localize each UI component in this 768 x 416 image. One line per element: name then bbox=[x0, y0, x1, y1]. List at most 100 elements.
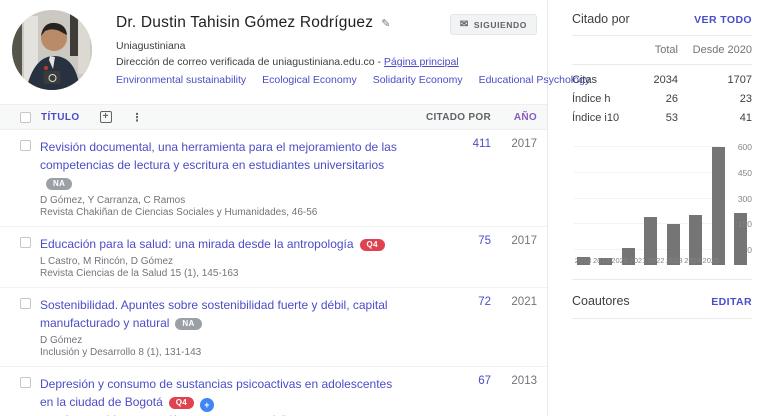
stat-since-value: 41 bbox=[678, 112, 752, 124]
follow-email-icon bbox=[460, 19, 469, 30]
coauthors-header: Coautores EDITAR bbox=[572, 280, 752, 319]
citation-bar-2024[interactable] bbox=[712, 147, 725, 265]
stat-total-value: 53 bbox=[626, 112, 678, 124]
column-header-cited-by[interactable]: CITADO POR bbox=[421, 112, 491, 123]
row-checkbox[interactable] bbox=[20, 298, 31, 309]
verified-email-text: Dirección de correo verificada de uniagu… bbox=[116, 56, 384, 68]
q4-badge[interactable]: Q4 bbox=[169, 397, 194, 409]
article-year: 2017 bbox=[491, 235, 547, 280]
article-authors: D Gómez bbox=[40, 335, 407, 347]
article-title-link[interactable]: Depresión y consumo de sustancias psicoa… bbox=[40, 377, 392, 409]
article-title-link[interactable]: Educación para la salud: una mirada desd… bbox=[40, 237, 354, 251]
article-title-link[interactable]: Revisión documental, una herramienta par… bbox=[40, 140, 397, 172]
article-title-link[interactable]: Sostenibilidad. Apuntes sobre sostenibil… bbox=[40, 298, 388, 330]
stats-header-since: Desde 2020 bbox=[678, 44, 752, 56]
coauthors-section: Coautores EDITAR bbox=[572, 279, 752, 319]
row-checkbox[interactable] bbox=[20, 237, 31, 248]
stats-column-headers: Total Desde 2020 bbox=[572, 36, 752, 65]
homepage-link[interactable]: Página principal bbox=[384, 56, 459, 68]
article-title-line: Depresión y consumo de sustancias psicoa… bbox=[40, 375, 407, 412]
view-all-link[interactable]: VER TODO bbox=[694, 14, 752, 26]
stats-header-total: Total bbox=[626, 44, 678, 56]
more-options-icon[interactable] bbox=[132, 111, 143, 124]
x-axis-tick-label: 2020 bbox=[611, 256, 629, 265]
interest-link[interactable]: Ecological Economy bbox=[262, 74, 357, 86]
profile-info: Dr. Dustin Tahisin Gómez Rodríguez SIGUI… bbox=[116, 10, 539, 90]
cited-by-count-cell: 67 bbox=[421, 375, 491, 416]
article-info: Revisión documental, una herramienta par… bbox=[40, 138, 421, 219]
stat-total-value: 26 bbox=[626, 93, 678, 105]
add-articles-icon[interactable] bbox=[100, 111, 112, 123]
article-venue: Revista Ciencias de la Salud 15 (1), 145… bbox=[40, 268, 407, 280]
verified-email-line: Dirección de correo verificada de uniagu… bbox=[116, 56, 539, 68]
article-row: Depresión y consumo de sustancias psicoa… bbox=[0, 367, 547, 416]
x-axis-tick-label: 2018 bbox=[574, 256, 592, 265]
y-axis-tick-label: 450 bbox=[724, 168, 752, 178]
article-title-line: Educación para la salud: una mirada desd… bbox=[40, 235, 407, 253]
stat-row: Citas20341707 bbox=[572, 70, 752, 89]
plus-badge[interactable]: + bbox=[200, 398, 214, 412]
cited-by-count-cell: 411 bbox=[421, 138, 491, 219]
cited-by-count-cell: 75 bbox=[421, 235, 491, 280]
article-year: 2021 bbox=[491, 296, 547, 359]
article-row: Educación para la salud: una mirada desd… bbox=[0, 227, 547, 288]
follow-label: SIGUIENDO bbox=[474, 20, 527, 30]
cited-by-count-link[interactable]: 72 bbox=[478, 296, 491, 308]
article-year: 2017 bbox=[491, 138, 547, 219]
article-title-line: Sostenibilidad. Apuntes sobre sostenibil… bbox=[40, 296, 407, 332]
avatar[interactable] bbox=[12, 10, 92, 90]
select-all-checkbox[interactable] bbox=[20, 112, 31, 123]
bar-cell bbox=[572, 143, 595, 265]
affiliation: Uniagustiniana bbox=[116, 40, 539, 52]
articles-table: TÍTULO CITADO POR AÑO Revisión documenta… bbox=[0, 104, 547, 416]
na-badge[interactable]: NA bbox=[175, 318, 201, 330]
stat-label: Índice h bbox=[572, 93, 626, 105]
chart-y-axis: 0150300450600 bbox=[724, 147, 752, 250]
article-venue: Inclusión y Desarrollo 8 (1), 131-143 bbox=[40, 347, 407, 359]
coauthors-edit-link[interactable]: EDITAR bbox=[711, 296, 752, 308]
bar-cell bbox=[640, 143, 663, 265]
x-axis-tick-label: 2023 bbox=[665, 256, 683, 265]
row-checkbox[interactable] bbox=[20, 377, 31, 388]
cited-by-count-link[interactable]: 67 bbox=[478, 375, 491, 387]
cited-by-count-link[interactable]: 411 bbox=[473, 138, 491, 150]
chart-x-axis: 20182019202020212022202320242025 bbox=[574, 256, 720, 265]
column-header-title[interactable]: TÍTULO bbox=[41, 112, 80, 123]
stat-since-value: 23 bbox=[678, 93, 752, 105]
edit-name-icon[interactable] bbox=[381, 17, 390, 30]
article-venue: Revista Chakiñan de Ciencias Sociales y … bbox=[40, 207, 407, 219]
following-button[interactable]: SIGUIENDO bbox=[450, 14, 537, 35]
camera-icon[interactable] bbox=[44, 71, 61, 84]
q4-badge[interactable]: Q4 bbox=[360, 239, 385, 251]
y-axis-tick-label: 0 bbox=[724, 245, 752, 255]
cited-by-count-link[interactable]: 75 bbox=[478, 235, 491, 247]
y-axis-tick-label: 150 bbox=[724, 219, 752, 229]
articles-table-header: TÍTULO CITADO POR AÑO bbox=[0, 104, 547, 130]
interests-list: Environmental sustainability Ecological E… bbox=[116, 74, 539, 86]
article-year: 2013 bbox=[491, 375, 547, 416]
x-axis-tick-label: 2019 bbox=[592, 256, 610, 265]
profile-header: Dr. Dustin Tahisin Gómez Rodríguez SIGUI… bbox=[0, 8, 547, 90]
y-axis-tick-label: 600 bbox=[724, 142, 752, 152]
y-axis-tick-label: 300 bbox=[724, 194, 752, 204]
bar-cell bbox=[685, 143, 708, 265]
na-badge[interactable]: NA bbox=[46, 178, 72, 190]
x-axis-tick-label: 2025 bbox=[702, 256, 720, 265]
article-row: Revisión documental, una herramienta par… bbox=[0, 130, 547, 227]
x-axis-tick-label: 2021 bbox=[629, 256, 647, 265]
coauthors-title: Coautores bbox=[572, 294, 630, 308]
interest-link[interactable]: Environmental sustainability bbox=[116, 74, 246, 86]
article-info: Educación para la salud: una mirada desd… bbox=[40, 235, 421, 280]
page-title: Dr. Dustin Tahisin Gómez Rodríguez bbox=[116, 14, 373, 32]
article-rows: Revisión documental, una herramienta par… bbox=[0, 130, 547, 416]
column-header-year[interactable]: AÑO bbox=[491, 112, 547, 123]
interest-link[interactable]: Solidarity Economy bbox=[373, 74, 463, 86]
citations-chart: 0 150 300 450 600 20182019202020212022202320… bbox=[572, 143, 752, 265]
row-checkbox[interactable] bbox=[20, 140, 31, 151]
name-row: Dr. Dustin Tahisin Gómez Rodríguez SIGUI… bbox=[116, 14, 539, 35]
cited-by-header: Citado por VER TODO bbox=[572, 12, 752, 36]
x-axis-tick-label: 2024 bbox=[684, 256, 702, 265]
article-info: Sostenibilidad. Apuntes sobre sostenibil… bbox=[40, 296, 421, 359]
article-title-line: Revisión documental, una herramienta par… bbox=[40, 138, 407, 192]
profile-main-column: Dr. Dustin Tahisin Gómez Rodríguez SIGUI… bbox=[0, 0, 548, 416]
